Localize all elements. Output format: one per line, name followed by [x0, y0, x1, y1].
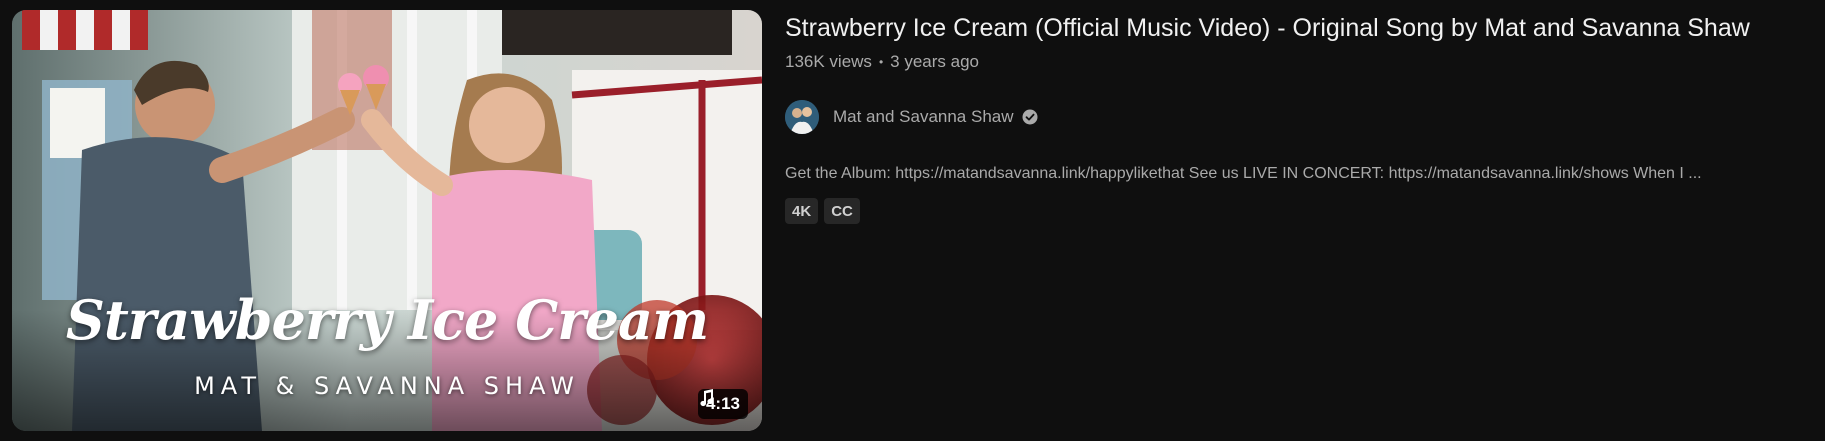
metadata-separator: •	[878, 55, 884, 69]
video-title[interactable]: Strawberry Ice Cream (Official Music Vid…	[785, 10, 1815, 46]
channel-name-row[interactable]: Mat and Savanna Shaw	[833, 107, 1038, 127]
video-metadata: 136K views • 3 years ago	[785, 50, 1815, 74]
avatar-image	[785, 100, 819, 134]
upload-age: 3 years ago	[890, 52, 979, 71]
channel-avatar[interactable]	[785, 100, 819, 134]
duration-badge: 4:13	[697, 389, 748, 419]
channel-info[interactable]: Mat and Savanna Shaw	[785, 95, 1815, 139]
thumbnail-scene	[12, 10, 762, 431]
video-badges: 4K CC	[785, 198, 1815, 224]
view-count: 136K views	[785, 52, 872, 71]
music-note-icon	[700, 389, 713, 407]
badge-cc: CC	[824, 198, 860, 224]
video-thumbnail[interactable]: Strawberry Ice Cream MAT & SAVANNA SHAW …	[12, 10, 762, 431]
verified-icon	[1022, 109, 1038, 125]
thumbnail-title-text: Strawberry Ice Cream	[65, 288, 709, 352]
video-description-snippet: Get the Album: https://matandsavanna.lin…	[785, 165, 1702, 182]
channel-name[interactable]: Mat and Savanna Shaw	[833, 107, 1014, 127]
video-result-row[interactable]: Strawberry Ice Cream MAT & SAVANNA SHAW …	[0, 0, 1825, 441]
video-details: Strawberry Ice Cream (Official Music Vid…	[785, 10, 1815, 224]
badge-4k: 4K	[785, 198, 819, 224]
thumbnail-subtitle-text: MAT & SAVANNA SHAW	[194, 372, 580, 400]
